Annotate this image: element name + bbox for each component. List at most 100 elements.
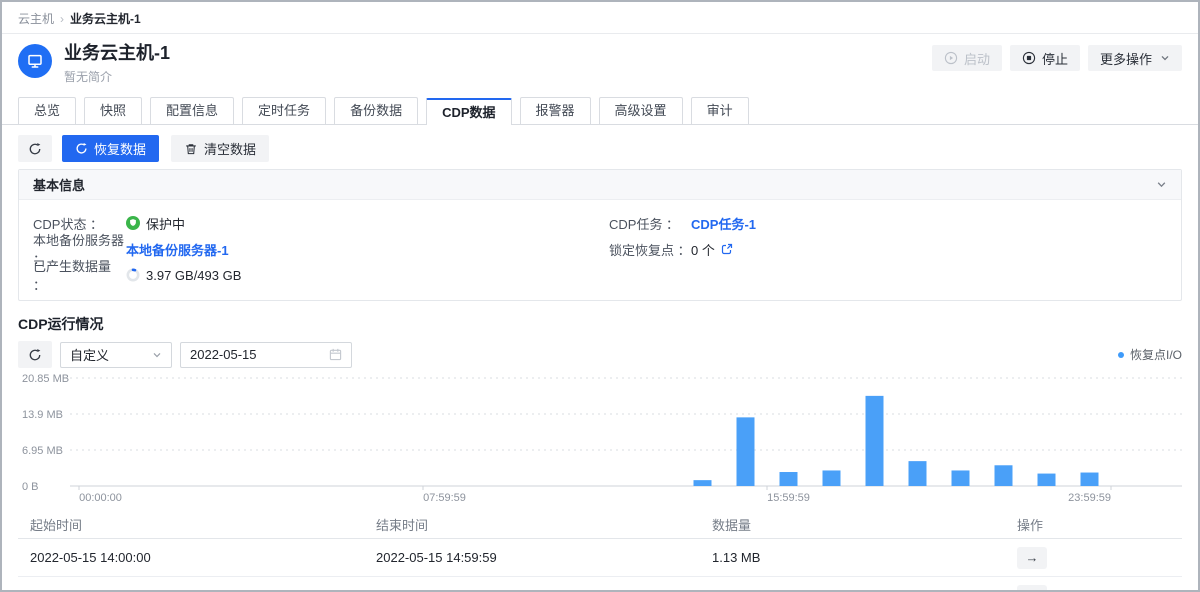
vm-avatar: [18, 44, 52, 78]
info-value: 0 个: [691, 240, 733, 259]
header-actions: 启动 停止 更多操作: [932, 45, 1182, 71]
cdp-runtime-controls: 自定义 2022-05-15 恢复点I/O: [18, 341, 1182, 368]
info-label: 锁定恢复点 ：: [609, 240, 691, 259]
stop-circle-icon: [1022, 51, 1036, 65]
start-button-label: 启动: [964, 49, 990, 68]
chart-bar: [737, 417, 755, 486]
col-data-size: 数据量: [700, 515, 1005, 534]
svg-text:15:59:59: 15:59:59: [767, 492, 810, 504]
cdp-runtime-title: CDP运行情况: [18, 314, 1182, 334]
play-circle-icon: [944, 51, 958, 65]
basic-info-col-right: CDP任务 ：CDP任务-1锁定恢复点 ：0 个: [609, 210, 1167, 288]
chart-legend[interactable]: 恢复点I/O: [1118, 346, 1182, 363]
entity-link[interactable]: 本地备份服务器-1: [126, 240, 229, 259]
table-header: 起始时间 结束时间 数据量 操作: [18, 511, 1182, 539]
info-row: 锁定恢复点 ：0 个: [609, 236, 1167, 262]
restore-row-button[interactable]: →: [1017, 547, 1047, 569]
svg-text:23:59:59: 23:59:59: [1068, 492, 1111, 504]
cell-data-size: 13.25 MB: [700, 588, 1005, 592]
refresh-button[interactable]: [18, 135, 52, 162]
more-actions-button[interactable]: 更多操作: [1088, 45, 1182, 71]
clear-data-button[interactable]: 清空数据: [171, 135, 269, 162]
locked-points-count: 0 个: [691, 240, 715, 259]
start-button[interactable]: 启动: [932, 45, 1002, 71]
col-start-time: 起始时间: [18, 515, 364, 534]
tab-定时任务[interactable]: 定时任务: [242, 97, 326, 124]
table-row: 2022-05-15 14:00:002022-05-15 14:59:591.…: [18, 539, 1182, 577]
monitor-icon: [26, 52, 44, 70]
chart-bar: [952, 470, 970, 486]
breadcrumb-current: 业务云主机-1: [70, 10, 141, 27]
tab-备份数据[interactable]: 备份数据: [334, 97, 418, 124]
col-end-time: 结束时间: [364, 515, 700, 534]
external-link-icon[interactable]: [721, 243, 733, 255]
tab-快照[interactable]: 快照: [84, 97, 142, 124]
stop-button[interactable]: 停止: [1010, 45, 1080, 71]
page-title: 业务云主机-1: [64, 42, 170, 64]
tab-配置信息[interactable]: 配置信息: [150, 97, 234, 124]
info-value: 本地备份服务器-1: [126, 240, 229, 259]
chart-refresh-button[interactable]: [18, 341, 52, 368]
basic-info-panel: 基本信息 CDP状态 ：保护中本地备份服务器 ：本地备份服务器-1已产生数据量 …: [18, 169, 1182, 301]
info-label: CDP任务 ：: [609, 214, 691, 233]
col-actions: 操作: [1005, 515, 1182, 534]
arrow-right-icon: →: [1026, 548, 1039, 568]
cell-end-time: 2022-05-15 15:59:59: [364, 588, 700, 592]
svg-text:20.85 MB: 20.85 MB: [22, 373, 69, 385]
basic-info-title: 基本信息: [33, 175, 85, 194]
cell-start-time: 2022-05-15 14:00:00: [18, 550, 364, 565]
info-row: CDP任务 ：CDP任务-1: [609, 210, 1167, 236]
breadcrumb-separator: ›: [60, 12, 64, 26]
cell-end-time: 2022-05-15 14:59:59: [364, 550, 700, 565]
tab-CDP数据[interactable]: CDP数据: [426, 98, 511, 125]
basic-info-col-left: CDP状态 ：保护中本地备份服务器 ：本地备份服务器-1已产生数据量 ：3.97…: [33, 210, 591, 288]
shield-protected-icon: [126, 216, 140, 230]
basic-info-header[interactable]: 基本信息: [19, 170, 1181, 200]
legend-dot-icon: [1118, 352, 1124, 358]
tab-审计[interactable]: 审计: [691, 97, 749, 124]
data-usage-text: 3.97 GB/493 GB: [146, 268, 241, 283]
cell-data-size: 1.13 MB: [700, 550, 1005, 565]
entity-link[interactable]: CDP任务-1: [691, 214, 756, 233]
restore-data-button[interactable]: 恢复数据: [62, 135, 159, 162]
calendar-icon: [329, 348, 342, 361]
tabs: 总览快照配置信息定时任务备份数据 CDP数据报警器高级设置审计: [2, 97, 1198, 125]
refresh-icon: [28, 142, 42, 156]
chart-bar: [1081, 473, 1099, 486]
more-actions-label: 更多操作: [1100, 49, 1152, 68]
time-range-select[interactable]: 自定义: [60, 342, 172, 368]
chevron-down-icon: [152, 350, 162, 360]
chart-bar: [1038, 474, 1056, 486]
table-row: 2022-05-15 15:00:002022-05-15 15:59:5913…: [18, 577, 1182, 592]
recovery-points-table: 起始时间 结束时间 数据量 操作 2022-05-15 14:00:002022…: [18, 511, 1182, 592]
restore-row-button[interactable]: →: [1017, 585, 1047, 592]
info-row: 已产生数据量 ：3.97 GB/493 GB: [33, 262, 591, 288]
page-subtitle: 暂无简介: [64, 68, 170, 85]
collapse-chevron-icon: [1156, 179, 1167, 190]
tab-高级设置[interactable]: 高级设置: [599, 97, 683, 124]
chart-bar: [866, 396, 884, 486]
info-value: 保护中: [126, 214, 185, 233]
legend-label: 恢复点I/O: [1130, 346, 1182, 363]
chart-bar: [995, 465, 1013, 486]
cell-actions: →: [1005, 585, 1182, 592]
restore-data-label: 恢复数据: [94, 139, 146, 158]
refresh-icon: [28, 348, 42, 362]
tab-总览[interactable]: 总览: [18, 97, 76, 124]
svg-text:0 B: 0 B: [22, 481, 39, 493]
page-header: 业务云主机-1 暂无简介 启动 停止 更多操作: [2, 34, 1198, 85]
cell-start-time: 2022-05-15 15:00:00: [18, 588, 364, 592]
chart-bar: [823, 470, 841, 486]
arrow-right-icon: →: [1026, 586, 1039, 592]
tab-报警器[interactable]: 报警器: [520, 97, 591, 124]
chart-bar: [780, 472, 798, 486]
cdp-toolbar: 恢复数据 清空数据: [18, 135, 1182, 162]
breadcrumb-vm-list[interactable]: 云主机: [18, 10, 54, 27]
info-value: 3.97 GB/493 GB: [126, 268, 241, 283]
cell-actions: →: [1005, 547, 1182, 569]
trash-icon: [184, 142, 198, 156]
basic-info-body: CDP状态 ：保护中本地备份服务器 ：本地备份服务器-1已产生数据量 ：3.97…: [19, 200, 1181, 300]
cdp-io-chart: 0 B6.95 MB13.9 MB20.85 MB00:00:0007:59:5…: [18, 372, 1182, 509]
breadcrumb: 云主机 › 业务云主机-1: [2, 2, 1198, 34]
date-picker[interactable]: 2022-05-15: [180, 342, 352, 368]
